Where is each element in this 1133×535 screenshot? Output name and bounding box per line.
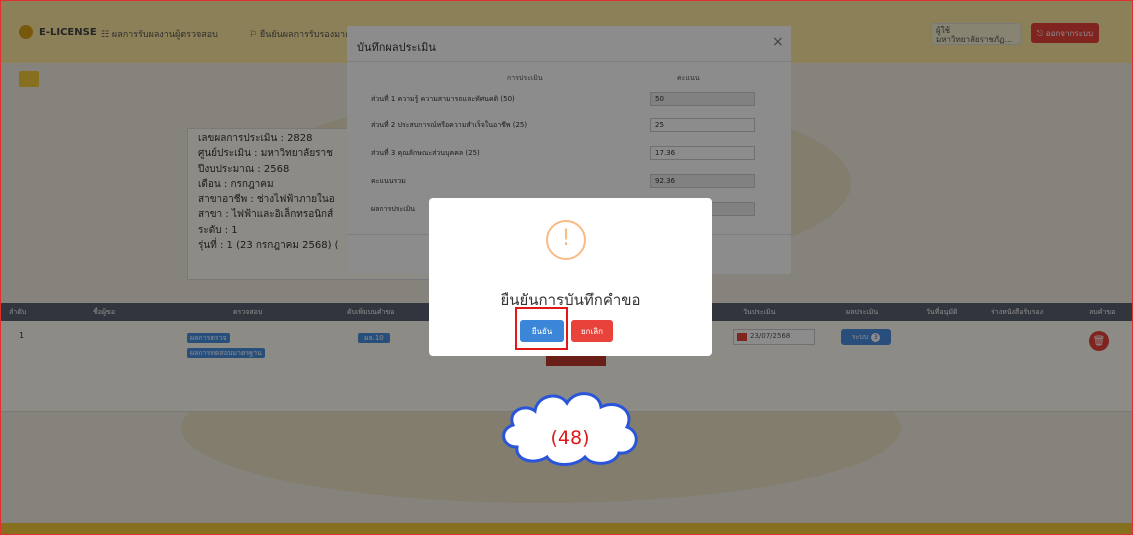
confirm-button-highlight [515, 307, 568, 350]
step-number: (48) [550, 427, 590, 449]
warning-icon-mark: ! [561, 226, 571, 251]
cancel-button[interactable]: ยกเลิก [571, 320, 613, 342]
confirm-dialog: ! ยืนยันการบันทึกคำขอ ยืนยัน ยกเลิก [429, 198, 712, 356]
cloud-shape-icon [502, 392, 638, 466]
warning-icon: ! [546, 220, 586, 260]
step-annotation-cloud: (48) [497, 385, 643, 467]
screenshot-frame: E-LICENSE ☷ ผลการรับผลงานผู้ตรวจสอบ ⚐ ยื… [0, 0, 1133, 535]
confirm-dialog-title: ยืนยันการบันทึกคำขอ [500, 291, 641, 309]
